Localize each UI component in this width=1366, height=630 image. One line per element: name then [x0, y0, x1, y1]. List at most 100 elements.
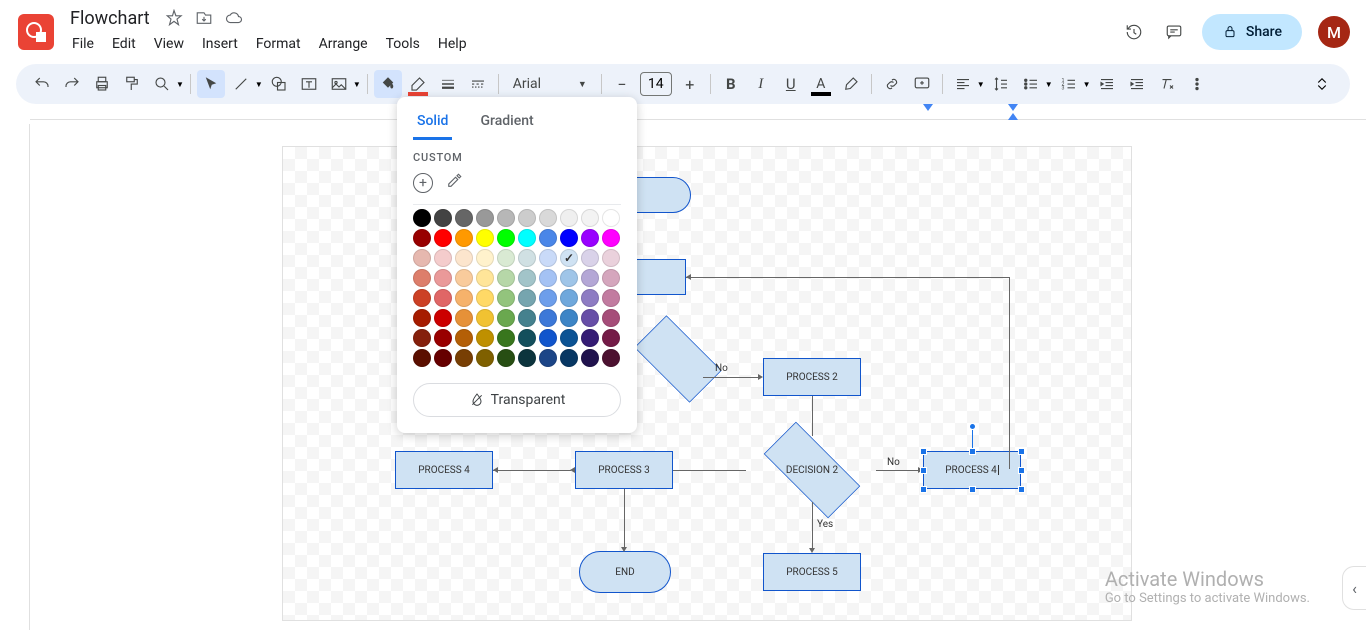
color-swatch[interactable]	[539, 249, 557, 267]
color-swatch[interactable]	[497, 269, 515, 287]
resize-handle-bm[interactable]	[969, 486, 976, 493]
color-swatch[interactable]	[476, 349, 494, 367]
shape-decision-2[interactable]: DECISION 2	[748, 438, 876, 502]
resize-handle-tl[interactable]	[920, 448, 927, 455]
connector[interactable]	[861, 277, 1009, 278]
color-swatch[interactable]	[518, 269, 536, 287]
transparent-button[interactable]: Transparent	[413, 383, 621, 417]
color-swatch[interactable]	[476, 329, 494, 347]
color-swatch[interactable]	[539, 309, 557, 327]
history-icon[interactable]	[1122, 20, 1146, 44]
shape-end[interactable]: END	[579, 551, 671, 593]
color-swatch[interactable]	[455, 349, 473, 367]
textbox-tool[interactable]	[295, 70, 323, 98]
color-swatch[interactable]	[434, 249, 452, 267]
menu-view[interactable]: View	[146, 32, 192, 56]
tab-gradient[interactable]: Gradient	[476, 105, 537, 140]
insert-link-button[interactable]	[878, 70, 906, 98]
connector[interactable]	[876, 470, 918, 471]
align-dropdown-arrow[interactable]: ▼	[977, 80, 985, 89]
connector[interactable]	[1009, 277, 1010, 469]
color-swatch[interactable]	[455, 229, 473, 247]
color-swatch[interactable]	[581, 289, 599, 307]
color-swatch[interactable]	[560, 349, 578, 367]
print-button[interactable]	[88, 70, 116, 98]
color-swatch[interactable]	[455, 329, 473, 347]
font-size-input[interactable]	[640, 72, 672, 96]
color-swatch[interactable]	[497, 289, 515, 307]
eyedropper-button[interactable]	[445, 172, 463, 194]
shape-terminator-partial[interactable]	[631, 177, 691, 213]
undo-button[interactable]	[28, 70, 56, 98]
menu-tools[interactable]: Tools	[378, 32, 428, 56]
color-swatch[interactable]	[413, 209, 431, 227]
cloud-status-icon[interactable]	[224, 8, 244, 28]
menu-edit[interactable]: Edit	[104, 32, 144, 56]
select-tool[interactable]	[197, 70, 225, 98]
expand-toolbar-icon[interactable]	[1306, 68, 1338, 100]
border-weight-button[interactable]	[434, 70, 462, 98]
image-tool[interactable]	[325, 70, 353, 98]
app-logo[interactable]	[16, 12, 56, 52]
shape-process-5[interactable]: PROCESS 5	[763, 553, 861, 591]
connector[interactable]	[812, 396, 813, 436]
document-title[interactable]: Flowchart	[64, 6, 156, 31]
color-swatch[interactable]	[602, 269, 620, 287]
color-swatch[interactable]	[602, 289, 620, 307]
resize-handle-tr[interactable]	[1018, 448, 1025, 455]
color-swatch[interactable]	[518, 209, 536, 227]
color-swatch[interactable]	[518, 289, 536, 307]
comments-icon[interactable]	[1162, 20, 1186, 44]
color-swatch[interactable]	[413, 349, 431, 367]
color-swatch[interactable]	[434, 269, 452, 287]
color-swatch[interactable]	[497, 329, 515, 347]
color-swatch[interactable]	[434, 349, 452, 367]
color-swatch[interactable]	[539, 329, 557, 347]
color-swatch[interactable]	[497, 309, 515, 327]
menu-insert[interactable]: Insert	[194, 32, 246, 56]
color-swatch[interactable]	[455, 249, 473, 267]
shape-process-partial[interactable]	[631, 259, 686, 295]
color-swatch[interactable]	[602, 249, 620, 267]
redo-button[interactable]	[58, 70, 86, 98]
connector[interactable]	[493, 470, 571, 471]
color-swatch[interactable]	[413, 229, 431, 247]
share-button[interactable]: Share	[1202, 14, 1302, 50]
color-swatch[interactable]	[581, 249, 599, 267]
color-swatch[interactable]	[455, 289, 473, 307]
color-swatch[interactable]	[434, 309, 452, 327]
align-button[interactable]	[949, 70, 977, 98]
highlight-button[interactable]	[837, 70, 865, 98]
zoom-button[interactable]	[148, 70, 176, 98]
menu-format[interactable]: Format	[248, 32, 309, 56]
paint-format-button[interactable]	[118, 70, 146, 98]
color-swatch[interactable]	[497, 349, 515, 367]
color-swatch[interactable]	[476, 269, 494, 287]
color-swatch[interactable]	[539, 269, 557, 287]
resize-handle-ml[interactable]	[920, 467, 927, 474]
connector-label-yes[interactable]: Yes	[817, 519, 833, 530]
color-swatch[interactable]	[560, 329, 578, 347]
zoom-dropdown-arrow[interactable]: ▼	[176, 80, 184, 89]
color-swatch[interactable]	[560, 209, 578, 227]
color-swatch[interactable]	[581, 349, 599, 367]
color-swatch[interactable]	[602, 229, 620, 247]
color-swatch[interactable]	[518, 329, 536, 347]
color-swatch[interactable]	[413, 309, 431, 327]
menu-file[interactable]: File	[64, 32, 102, 56]
resize-handle-bl[interactable]	[920, 486, 927, 493]
line-dropdown-arrow[interactable]: ▼	[255, 80, 263, 89]
color-swatch[interactable]	[581, 209, 599, 227]
color-swatch[interactable]	[518, 249, 536, 267]
color-swatch[interactable]	[476, 209, 494, 227]
star-icon[interactable]	[164, 8, 184, 28]
font-size-decrease[interactable]: −	[608, 70, 636, 98]
ruler-indent-marker-right[interactable]	[1008, 104, 1018, 120]
color-swatch[interactable]	[455, 209, 473, 227]
color-swatch[interactable]	[560, 269, 578, 287]
color-swatch[interactable]	[476, 289, 494, 307]
color-swatch[interactable]	[413, 249, 431, 267]
color-swatch[interactable]	[539, 349, 557, 367]
resize-handle-mr[interactable]	[1018, 467, 1025, 474]
font-selector[interactable]: Arial▼	[505, 76, 595, 92]
